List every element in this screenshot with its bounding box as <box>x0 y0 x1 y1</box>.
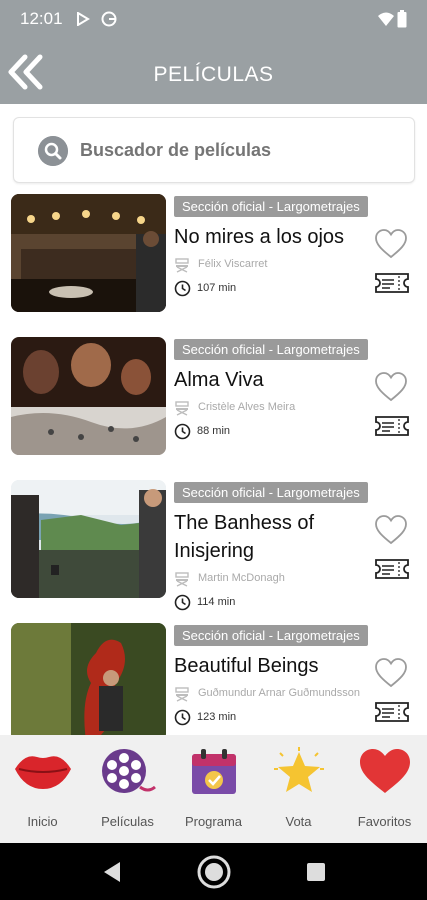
clock-icon <box>174 280 191 297</box>
nav-label: Películas <box>101 814 154 829</box>
home-circle-icon[interactable] <box>196 854 232 890</box>
page-title: PELÍCULAS <box>153 63 274 86</box>
section-badge: Sección oficial - Largometrajes <box>174 339 368 360</box>
wifi-icon <box>378 12 394 26</box>
ticket-icon[interactable] <box>374 272 410 294</box>
battery-icon <box>397 10 407 28</box>
google-icon <box>101 11 117 27</box>
nav-item-vota[interactable]: Vota <box>256 735 341 843</box>
system-nav-bar <box>0 843 427 900</box>
film-duration: 107 min <box>197 282 237 294</box>
director-name: Martin McDonagh <box>198 572 285 584</box>
film-duration: 114 min <box>197 596 236 608</box>
lips-icon <box>14 756 71 789</box>
favorite-heart-icon[interactable] <box>374 371 408 403</box>
favorite-heart-icon[interactable] <box>374 657 408 689</box>
search-input[interactable] <box>80 140 380 161</box>
director-name: Guðmundur Arnar Guðmundsson <box>198 687 361 699</box>
clock-icon <box>174 423 191 440</box>
bottom-nav: Inicio Películas Programa Vota Favoritos <box>0 735 427 843</box>
favorite-heart-icon[interactable] <box>374 228 408 260</box>
nav-label: Favoritos <box>357 814 412 829</box>
nav-label: Vota <box>285 814 312 829</box>
director-chair-icon <box>175 572 189 587</box>
director-chair-icon <box>175 401 189 416</box>
section-badge: Sección oficial - Largometrajes <box>174 196 368 217</box>
nav-item-favoritos[interactable]: Favoritos <box>342 735 427 843</box>
section-badge: Sección oficial - Largometrajes <box>174 625 368 646</box>
ticket-icon[interactable] <box>374 415 410 437</box>
film-item[interactable]: Sección oficial - Largometrajes No mires… <box>0 190 427 333</box>
status-bar: 12:01 <box>0 0 427 38</box>
heart-icon <box>359 749 410 793</box>
section-badge: Sección oficial - Largometrajes <box>174 482 368 503</box>
calendar-icon <box>191 749 236 794</box>
status-time: 12:01 <box>20 9 63 28</box>
director-chair-icon <box>175 687 189 702</box>
film-item[interactable]: Sección oficial - Largometrajes Alma Viv… <box>0 333 427 476</box>
recents-square-icon[interactable] <box>307 863 325 881</box>
film-item[interactable]: Sección oficial - Largometrajes The Banh… <box>0 476 427 619</box>
director-chair-icon <box>175 258 189 273</box>
film-thumbnail[interactable] <box>11 480 166 598</box>
clock-icon <box>174 709 191 726</box>
nav-item-peliculas[interactable]: Películas <box>85 735 170 843</box>
clock-icon <box>174 594 191 611</box>
film-title[interactable]: Alma Viva <box>174 366 374 394</box>
star-icon <box>273 747 324 792</box>
director-name: Cristèle Alves Meira <box>198 401 296 413</box>
film-duration: 88 min <box>197 425 231 437</box>
film-item[interactable]: Sección oficial - Largometrajes Beautifu… <box>0 619 427 735</box>
back-triangle-icon[interactable] <box>102 861 122 883</box>
app-bar: PELÍCULAS <box>0 38 427 104</box>
film-duration: 123 min <box>197 711 237 723</box>
search-box[interactable] <box>13 117 415 183</box>
film-thumbnail[interactable] <box>11 623 166 735</box>
film-list[interactable]: Sección oficial - Largometrajes No mires… <box>0 190 427 735</box>
nav-label: Programa <box>184 814 243 829</box>
ticket-icon[interactable] <box>374 558 410 580</box>
nav-label: Inicio <box>27 814 58 829</box>
play-store-icon <box>77 12 90 26</box>
nav-item-programa[interactable]: Programa <box>171 735 256 843</box>
film-thumbnail[interactable] <box>11 194 166 312</box>
search-icon <box>38 136 68 166</box>
film-title[interactable]: Beautiful Beings <box>174 652 374 680</box>
film-title[interactable]: The Banhess of Inisjering <box>174 509 374 565</box>
ticket-icon[interactable] <box>374 701 410 723</box>
film-thumbnail[interactable] <box>11 337 166 455</box>
nav-item-inicio[interactable]: Inicio <box>0 735 85 843</box>
film-title[interactable]: No mires a los ojos <box>174 223 374 251</box>
director-name: Félix Viscarret <box>198 258 268 270</box>
favorite-heart-icon[interactable] <box>374 514 408 546</box>
film-reel-icon <box>101 749 156 793</box>
